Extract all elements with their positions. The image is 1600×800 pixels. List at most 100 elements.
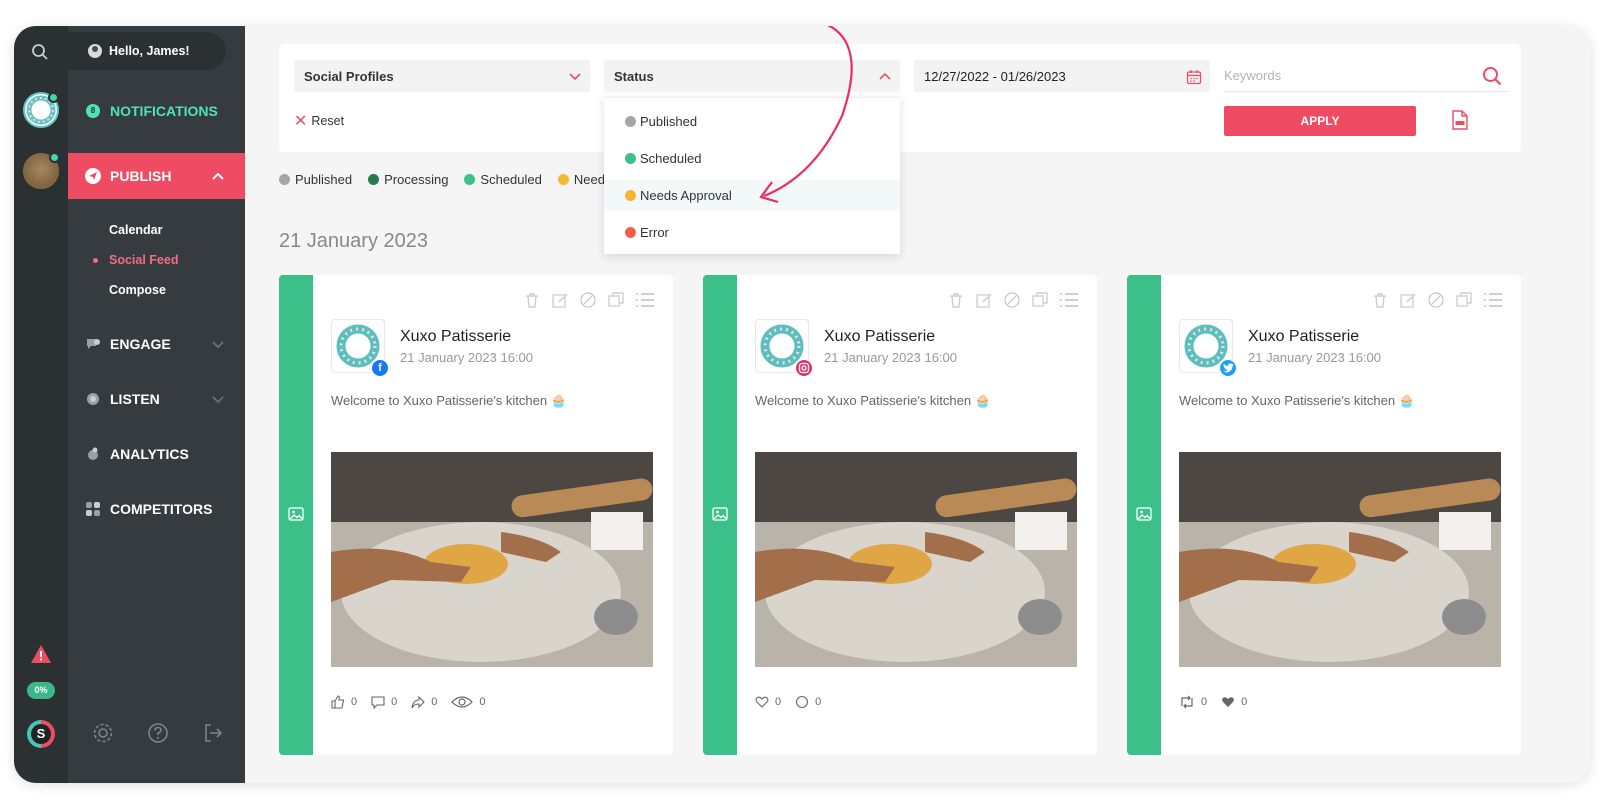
duplicate-icon[interactable] [1455,291,1473,309]
engage-icon [84,335,102,353]
legend-label: Processing [384,172,449,187]
comment-icon [371,696,385,709]
workspace-avatar-bakery[interactable] [23,152,60,189]
image-icon [712,507,728,521]
main-content: Social Profiles Status 12/27/2022 - 01/2… [245,26,1590,783]
delete-icon[interactable] [947,291,965,309]
comments-count: 0 [815,696,822,708]
status-stripe [279,275,313,755]
main-nav: Hello, James! 8 NOTIFICATIONS PUBLISH Ca… [68,26,245,783]
nav-notifications[interactable]: 8 NOTIFICATIONS [68,88,245,134]
account-name: Xuxo Patisserie [400,328,512,345]
brand-logo: S [27,720,55,748]
duplicate-icon[interactable] [1031,291,1049,309]
legend-label: Published [295,172,353,187]
nav-publish[interactable]: PUBLISH [68,153,245,199]
search-icon[interactable] [1482,66,1502,86]
sidebar-item-calendar[interactable]: Calendar [109,223,163,237]
search-icon[interactable] [31,43,49,66]
delete-icon[interactable] [523,291,541,309]
nav-competitors[interactable]: COMPETITORS [68,486,245,532]
chevron-down-icon [212,341,224,349]
legend-label: Scheduled [480,172,542,187]
likes-stat: 0 [755,695,781,709]
status-dot [625,152,636,164]
nav-listen[interactable]: LISTEN [68,376,245,422]
block-icon[interactable] [1427,291,1445,309]
status-option-label: Published [640,113,698,129]
status-dot [625,115,636,127]
brand-logo-letter: S [31,724,51,744]
help-icon[interactable] [147,722,169,749]
legend-dot [368,174,380,185]
publish-icon [84,167,102,185]
edit-icon[interactable] [975,291,993,309]
account-name: Xuxo Patisserie [1248,328,1360,345]
date-range-picker[interactable]: 12/27/2022 - 01/26/2023 [914,60,1210,92]
social-profiles-select[interactable]: Social Profiles [294,60,590,92]
status-dot [625,226,636,238]
legend-dot [557,174,569,185]
retweet-icon [1181,695,1193,709]
delete-icon[interactable] [1371,291,1389,309]
close-icon: ✕ [294,113,308,130]
chevron-up-icon [879,72,891,80]
block-icon[interactable] [579,291,597,309]
status-stripe [703,275,737,755]
edit-icon[interactable] [1399,291,1417,309]
date-range-value: 12/27/2022 - 01/26/2023 [924,68,1066,84]
nav-competitors-label: COMPETITORS [110,501,213,517]
image-icon [1136,507,1152,521]
post-image[interactable] [331,452,653,667]
duplicate-icon[interactable] [607,291,625,309]
chevron-up-icon [212,172,224,180]
post-time: 21 January 2023 16:00 [400,350,533,365]
status-option-scheduled[interactable]: Scheduled [604,143,900,173]
reset-button[interactable]: ✕ Reset [294,111,344,131]
post-card[interactable]: Xuxo Patisserie 21 January 2023 16:00 We… [1127,275,1521,755]
progress-badge: 0% [27,682,55,699]
apply-button[interactable]: APPLY [1224,106,1416,136]
post-text: Welcome to Xuxo Patisserie's kitchen 🧁 [331,393,567,408]
status-option-label: Needs Approval [640,187,732,203]
status-option-published[interactable]: Published [604,106,900,136]
analytics-icon [84,445,102,463]
block-icon[interactable] [1003,291,1021,309]
status-option-error[interactable]: Error [604,217,900,247]
post-text: Welcome to Xuxo Patisserie's kitchen 🧁 [1179,393,1415,408]
edit-icon[interactable] [551,291,569,309]
post-image[interactable] [755,452,1077,667]
social-profiles-label: Social Profiles [304,68,394,84]
status-legend: Published Processing Scheduled Needs [279,172,627,187]
post-card[interactable]: f Xuxo Patisserie 21 January 2023 16:00 … [279,275,673,755]
shares-stat: 0 [411,695,437,709]
logout-icon[interactable] [202,722,224,749]
status-option-needs-approval[interactable]: Needs Approval [604,180,900,210]
nav-analytics[interactable]: ANALYTICS [68,431,245,477]
icon-rail: 0% S [14,26,68,783]
keywords-field[interactable]: Keywords [1224,60,1508,92]
warning-icon[interactable] [30,644,52,669]
legend-dot [279,174,290,185]
reset-label: Reset [311,114,345,128]
image-icon [288,507,304,521]
facebook-icon: f [370,358,390,378]
post-card[interactable]: Xuxo Patisserie 21 January 2023 16:00 We… [703,275,1097,755]
settings-gear-icon[interactable] [92,722,114,749]
sidebar-item-compose[interactable]: Compose [109,283,166,297]
post-image[interactable] [1179,452,1501,667]
nav-engage[interactable]: ENGAGE [68,321,245,367]
pdf-export-icon[interactable] [1451,110,1469,135]
post-time: 21 January 2023 16:00 [824,350,957,365]
list-icon[interactable] [1483,291,1503,309]
likes-count: 0 [775,696,782,708]
sidebar-item-social-feed[interactable]: Social Feed [92,253,178,267]
status-select[interactable]: Status [604,60,900,92]
status-option-label: Scheduled [640,150,702,166]
list-icon[interactable] [635,291,655,309]
workspace-avatar-xuxo[interactable] [23,92,59,128]
status-label: Status [614,68,654,84]
nav-listen-label: LISTEN [110,391,160,407]
user-greeting[interactable]: Hello, James! [68,32,226,70]
list-icon[interactable] [1059,291,1079,309]
